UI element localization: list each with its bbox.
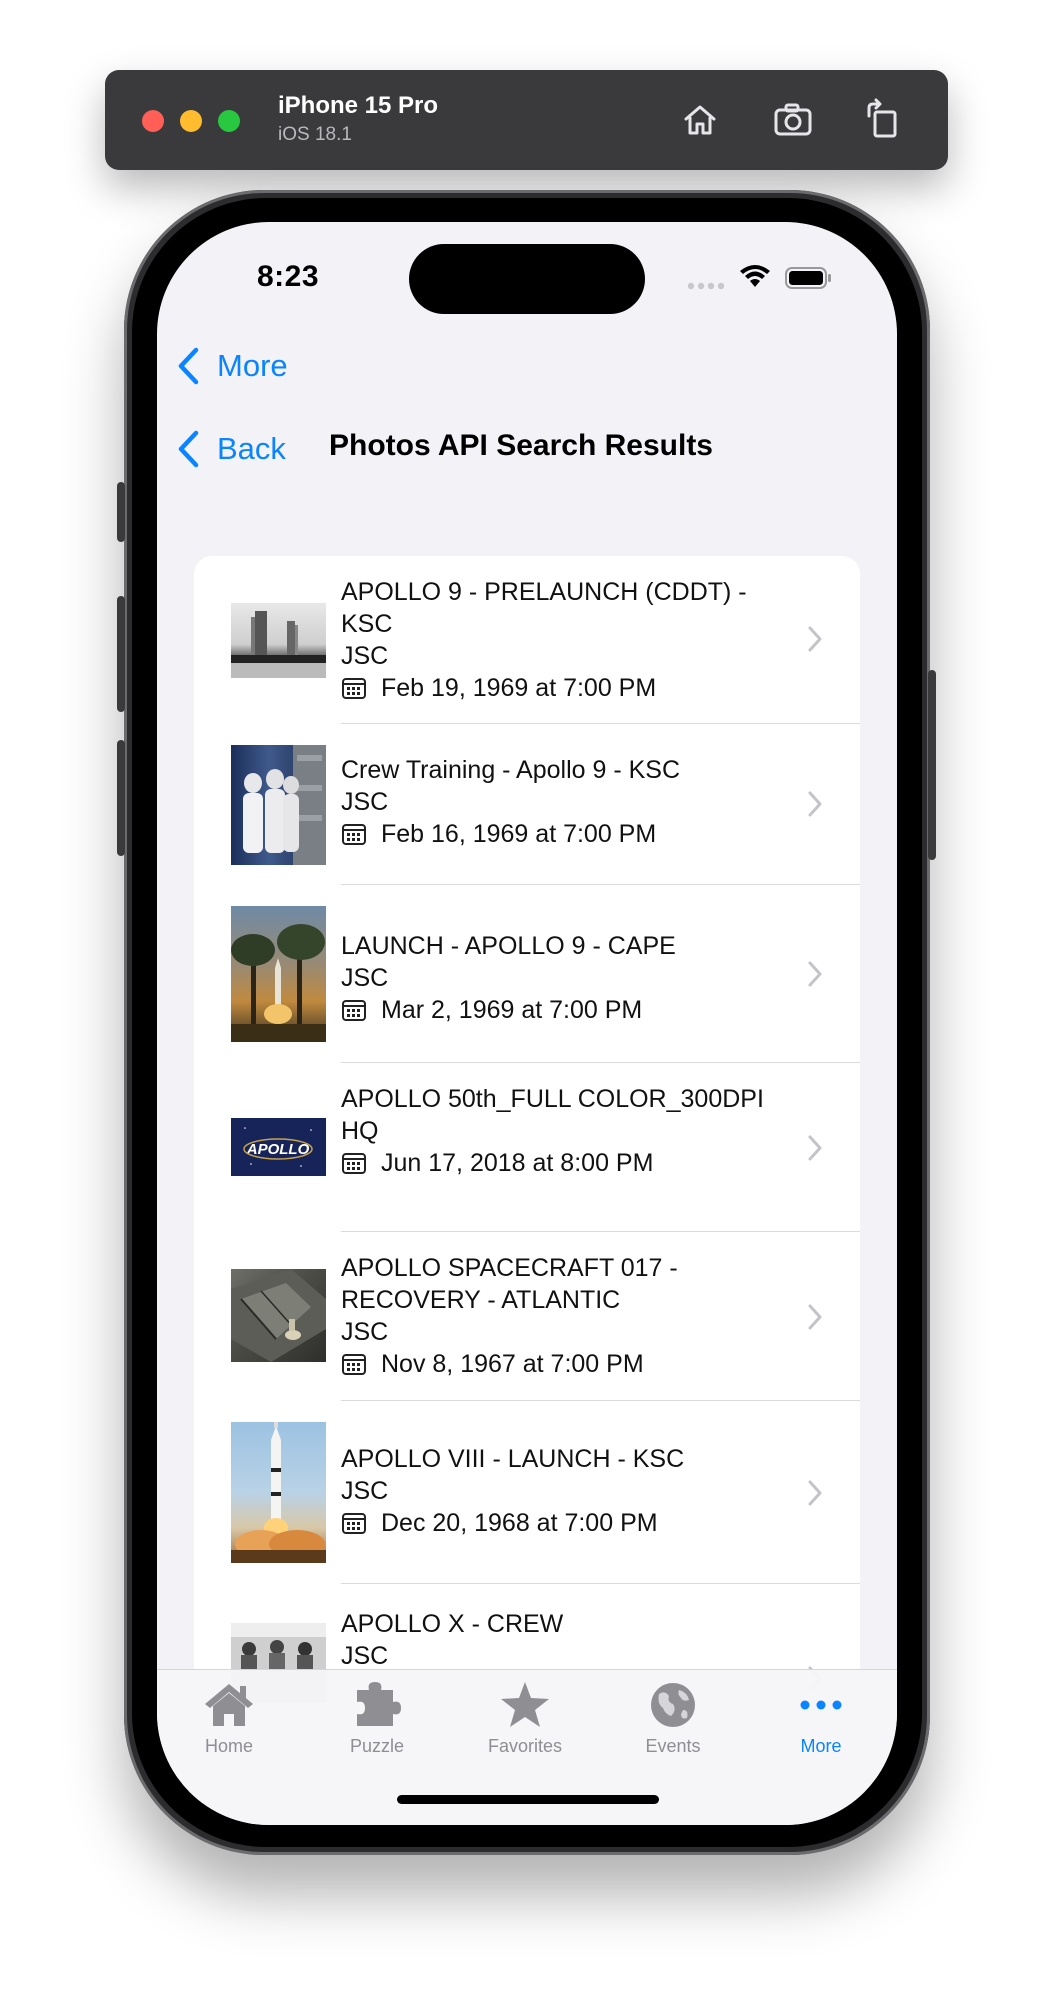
result-title: APOLLO VIII - LAUNCH - KSC xyxy=(341,1445,685,1473)
calendar-icon xyxy=(342,1513,366,1534)
result-title: LAUNCH - APOLLO 9 - CAPE xyxy=(341,932,676,960)
result-title: Crew Training - Apollo 9 - KSC xyxy=(341,756,681,784)
home-icon[interactable] xyxy=(678,98,722,142)
list-item[interactable]: APOLLO VIII - LAUNCH - KSC JSC Dec 20, 1… xyxy=(194,1401,860,1584)
rotate-icon[interactable] xyxy=(861,98,905,142)
result-center: HQ xyxy=(341,1117,379,1145)
results-list: APOLLO 9 - PRELAUNCH (CDDT) - KSC JSC Fe… xyxy=(194,556,860,1716)
battery-icon xyxy=(785,266,833,295)
house-icon xyxy=(205,1684,253,1726)
photo-thumbnail xyxy=(231,906,326,1042)
calendar-icon xyxy=(342,1153,366,1174)
simulator-toolbar: iPhone 15 Pro iOS 18.1 xyxy=(105,70,948,170)
tab-events-label: Events xyxy=(645,1736,701,1756)
wifi-icon xyxy=(739,264,771,293)
tab-more-label: More xyxy=(800,1736,842,1756)
status-time: 8:23 xyxy=(257,260,320,293)
result-date: Dec 20, 1968 at 7:00 PM xyxy=(381,1509,658,1537)
result-center: JSC xyxy=(341,1642,389,1670)
screenshot-icon[interactable] xyxy=(772,98,816,142)
home-indicator[interactable] xyxy=(397,1795,659,1804)
chevron-right-icon xyxy=(808,1135,822,1161)
result-title: APOLLO 50th_FULL COLOR_300DPI xyxy=(341,1085,764,1113)
power-button xyxy=(928,670,936,860)
zoom-window-button[interactable] xyxy=(218,110,240,132)
phone-screen: 8:23 More Back Photos API Search Results… xyxy=(157,222,897,1825)
tab-home[interactable]: Home xyxy=(169,1680,289,1757)
dynamic-island xyxy=(409,244,645,314)
more-back-button[interactable]: More xyxy=(177,344,288,388)
result-date-row: Dec 20, 1968 at 7:00 PM xyxy=(341,1507,790,1539)
signal-icon xyxy=(687,277,727,295)
calendar-icon xyxy=(342,678,366,699)
result-date: Feb 16, 1969 at 7:00 PM xyxy=(381,820,657,848)
tab-events[interactable]: Events xyxy=(613,1680,733,1757)
volume-down-button xyxy=(117,740,125,856)
result-date: Mar 2, 1969 at 7:00 PM xyxy=(381,996,643,1024)
result-center: JSC xyxy=(341,1477,389,1505)
photo-thumbnail: APOLLO xyxy=(231,1118,326,1176)
photo-thumbnail xyxy=(231,603,326,678)
list-item[interactable]: APOLLO APOLLO 50th_FULL COLOR_300DPI HQ … xyxy=(194,1063,860,1232)
result-date-row: Mar 2, 1969 at 7:00 PM xyxy=(341,994,790,1026)
tab-favorites[interactable]: Favorites xyxy=(465,1680,585,1757)
calendar-icon xyxy=(342,1000,366,1021)
result-title: APOLLO X - CREW xyxy=(341,1610,564,1638)
result-center: JSC xyxy=(341,642,389,670)
chevron-right-icon xyxy=(808,791,822,817)
puzzle-icon xyxy=(357,1682,401,1726)
apollo-50-logo-text: APOLLO xyxy=(246,1141,310,1158)
result-date-row: Feb 16, 1969 at 7:00 PM xyxy=(341,818,790,850)
star-icon xyxy=(501,1682,549,1727)
tab-puzzle[interactable]: Puzzle xyxy=(317,1680,437,1757)
chevron-right-icon xyxy=(808,1480,822,1506)
globe-icon xyxy=(651,1683,695,1727)
tab-home-label: Home xyxy=(204,1736,253,1756)
volume-up-button xyxy=(117,596,125,712)
page-title: Photos API Search Results xyxy=(329,429,713,462)
tab-puzzle-label: Puzzle xyxy=(349,1736,405,1756)
chevron-right-icon xyxy=(808,626,822,652)
more-back-label: More xyxy=(217,348,288,383)
result-date-row: Feb 19, 1969 at 7:00 PM xyxy=(341,672,790,704)
chevron-left-icon xyxy=(178,347,199,385)
result-title: APOLLO SPACECRAFT 017 - RECOVERY - ATLAN… xyxy=(341,1254,678,1314)
photo-thumbnail xyxy=(231,1269,326,1362)
result-center: JSC xyxy=(341,1318,389,1346)
os-version: iOS 18.1 xyxy=(278,124,352,145)
result-center: JSC xyxy=(341,964,389,992)
tab-favorites-label: Favorites xyxy=(487,1736,563,1756)
minimize-window-button[interactable] xyxy=(180,110,202,132)
result-date: Jun 17, 2018 at 8:00 PM xyxy=(381,1149,654,1177)
chevron-left-icon xyxy=(178,430,199,468)
result-date: Nov 8, 1967 at 7:00 PM xyxy=(381,1350,644,1378)
device-name: iPhone 15 Pro xyxy=(278,92,439,119)
photo-thumbnail xyxy=(231,745,326,865)
list-item[interactable]: Crew Training - Apollo 9 - KSC JSC Feb 1… xyxy=(194,724,860,885)
tab-more[interactable]: More xyxy=(761,1680,881,1757)
back-button[interactable]: Back xyxy=(177,427,286,471)
result-date-row: Jun 17, 2018 at 8:00 PM xyxy=(341,1147,790,1179)
result-title: APOLLO 9 - PRELAUNCH (CDDT) - KSC xyxy=(341,578,747,638)
calendar-icon xyxy=(342,824,366,845)
ellipsis-icon xyxy=(800,1700,842,1710)
list-item[interactable]: APOLLO SPACECRAFT 017 - RECOVERY - ATLAN… xyxy=(194,1232,860,1401)
result-date: Feb 19, 1969 at 7:00 PM xyxy=(381,674,657,702)
chevron-right-icon xyxy=(808,961,822,987)
photo-thumbnail xyxy=(231,1422,326,1563)
chevron-right-icon xyxy=(808,1304,822,1330)
result-center: JSC xyxy=(341,788,389,816)
calendar-icon xyxy=(342,1354,366,1375)
back-label: Back xyxy=(217,431,286,466)
list-item[interactable]: APOLLO 9 - PRELAUNCH (CDDT) - KSC JSC Fe… xyxy=(194,556,860,724)
list-item[interactable]: LAUNCH - APOLLO 9 - CAPE JSC Mar 2, 1969… xyxy=(194,885,860,1063)
action-button xyxy=(117,482,125,542)
close-window-button[interactable] xyxy=(142,110,164,132)
result-date-row: Nov 8, 1967 at 7:00 PM xyxy=(341,1348,790,1380)
